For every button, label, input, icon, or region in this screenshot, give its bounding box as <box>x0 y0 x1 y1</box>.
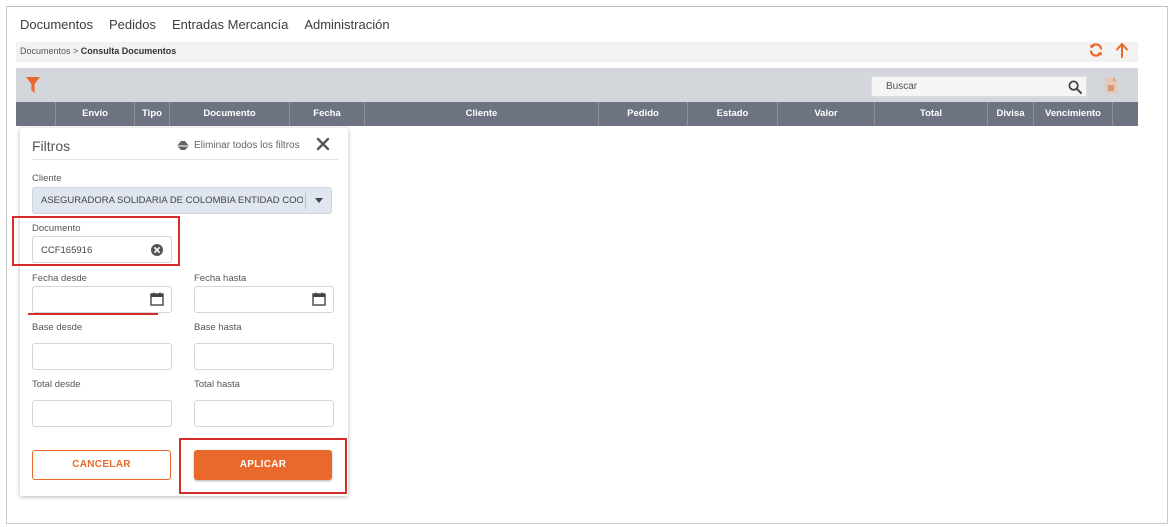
column-header-estado[interactable]: Estado <box>688 102 778 126</box>
nav-item-documentos[interactable]: Documentos <box>20 17 93 32</box>
column-header-cliente[interactable]: Cliente <box>365 102 599 126</box>
close-icon[interactable] <box>316 137 330 151</box>
breadcrumb-parent[interactable]: Documentos > <box>20 46 78 56</box>
breadcrumb: Documentos > Consulta Documentos <box>20 46 176 56</box>
base-hasta-label: Base hasta <box>194 322 242 333</box>
column-header-valor[interactable]: Valor <box>778 102 875 126</box>
column-header-fecha[interactable]: Fecha <box>290 102 365 126</box>
search-icon[interactable] <box>1068 80 1082 94</box>
column-header-divisa[interactable]: Divisa <box>988 102 1034 126</box>
fecha-highlight-underline <box>28 313 158 315</box>
cliente-label: Cliente <box>32 173 62 184</box>
base-desde-label: Base desde <box>32 322 83 333</box>
fecha-hasta-label: Fecha hasta <box>194 273 247 284</box>
apply-highlight-box <box>179 438 347 494</box>
filters-title: Filtros <box>32 138 71 154</box>
filter-icon[interactable] <box>26 77 40 93</box>
documento-highlight-box <box>12 216 180 266</box>
caret-down-icon[interactable] <box>315 198 323 204</box>
toolbar <box>16 68 1138 102</box>
column-header-tipo[interactable]: Tipo <box>135 102 170 126</box>
total-hasta-label: Total hasta <box>194 379 240 390</box>
base-hasta-input[interactable] <box>194 343 334 370</box>
clear-all-filters-button[interactable]: Eliminar todos los filtros <box>176 140 300 151</box>
nav-item-pedidos[interactable]: Pedidos <box>109 17 156 32</box>
calendar-icon[interactable] <box>312 292 326 306</box>
total-desde-label: Total desde <box>32 379 81 390</box>
column-header-select <box>16 102 56 126</box>
column-header-envio[interactable]: Envío <box>56 102 135 126</box>
breadcrumb-current: Consulta Documentos <box>80 46 177 56</box>
column-header-documento[interactable]: Documento <box>170 102 290 126</box>
column-header-extra <box>1113 102 1138 126</box>
nav-item-administracion[interactable]: Administración <box>304 17 389 32</box>
column-header-pedido[interactable]: Pedido <box>599 102 688 126</box>
cancel-button[interactable]: CANCELAR <box>32 450 171 480</box>
column-header-vencimiento[interactable]: Vencimiento <box>1034 102 1113 126</box>
search-box <box>871 76 1087 97</box>
search-input[interactable] <box>872 77 1052 96</box>
eraser-icon <box>177 141 189 150</box>
arrow-up-icon[interactable] <box>1115 42 1129 58</box>
cliente-select[interactable]: ASEGURADORA SOLIDARIA DE COLOMBIA ENTIDA… <box>32 187 332 214</box>
table-header: Envío Tipo Documento Fecha Cliente Pedid… <box>16 102 1138 126</box>
clear-all-filters-label: Eliminar todos los filtros <box>194 140 300 151</box>
refresh-icon[interactable] <box>1088 42 1104 58</box>
breadcrumb-bar: Documentos > Consulta Documentos <box>16 42 1138 62</box>
top-nav: Documentos Pedidos Entradas Mercancía Ad… <box>20 17 406 32</box>
base-desde-input[interactable] <box>32 343 172 370</box>
select-separator <box>305 193 306 209</box>
fecha-desde-label: Fecha desde <box>32 273 87 284</box>
total-desde-input[interactable] <box>32 400 172 427</box>
panel-divider <box>32 159 338 160</box>
fecha-hasta-input[interactable] <box>194 286 334 313</box>
cliente-select-value: ASEGURADORA SOLIDARIA DE COLOMBIA ENTIDA… <box>41 195 303 206</box>
total-hasta-input[interactable] <box>194 400 334 427</box>
excel-export-icon[interactable] <box>1105 77 1117 93</box>
nav-item-entradas-mercancia[interactable]: Entradas Mercancía <box>172 17 288 32</box>
fecha-desde-input[interactable] <box>32 286 172 313</box>
calendar-icon[interactable] <box>150 292 164 306</box>
column-header-total[interactable]: Total <box>875 102 988 126</box>
